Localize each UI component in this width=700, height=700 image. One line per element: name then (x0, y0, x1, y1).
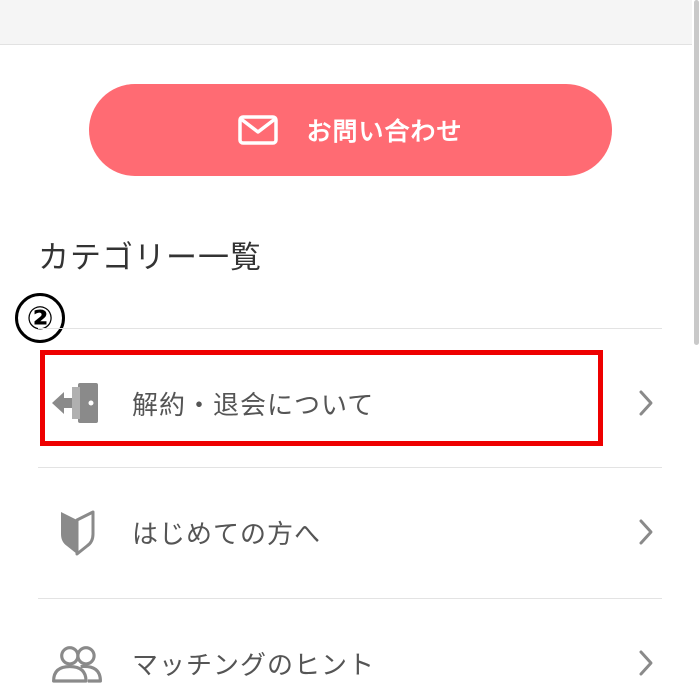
chevron-right-icon (639, 650, 653, 676)
category-item-label: 解約・退会について (132, 390, 375, 421)
contact-button[interactable]: お問い合わせ (89, 84, 612, 176)
chevron-right-icon (639, 519, 653, 545)
category-item-label: マッチングのヒント (132, 650, 376, 681)
top-bar (0, 0, 692, 45)
beginner-mark-icon (50, 507, 104, 557)
exit-door-icon (50, 378, 104, 428)
category-item-label: はじめての方へ (132, 519, 322, 550)
scrollbar-thumb[interactable] (694, 0, 699, 345)
category-list-title: カテゴリー一覧 (38, 240, 262, 276)
category-item-beginners[interactable]: はじめての方へ (38, 467, 662, 597)
scrollbar-track[interactable] (692, 0, 700, 700)
category-item-cancellation[interactable]: 解約・退会について (38, 338, 662, 468)
users-icon (50, 638, 104, 688)
mail-icon (238, 115, 279, 145)
step-marker: ② (15, 293, 65, 343)
help-page: お問い合わせ カテゴリー一覧 ② 解約・退会について はじめての方へ マッチング… (0, 0, 700, 700)
category-item-matching-tips[interactable]: マッチングのヒント (38, 598, 662, 700)
chevron-right-icon (639, 390, 653, 416)
contact-button-label: お問い合わせ (306, 117, 463, 146)
divider (38, 328, 662, 329)
